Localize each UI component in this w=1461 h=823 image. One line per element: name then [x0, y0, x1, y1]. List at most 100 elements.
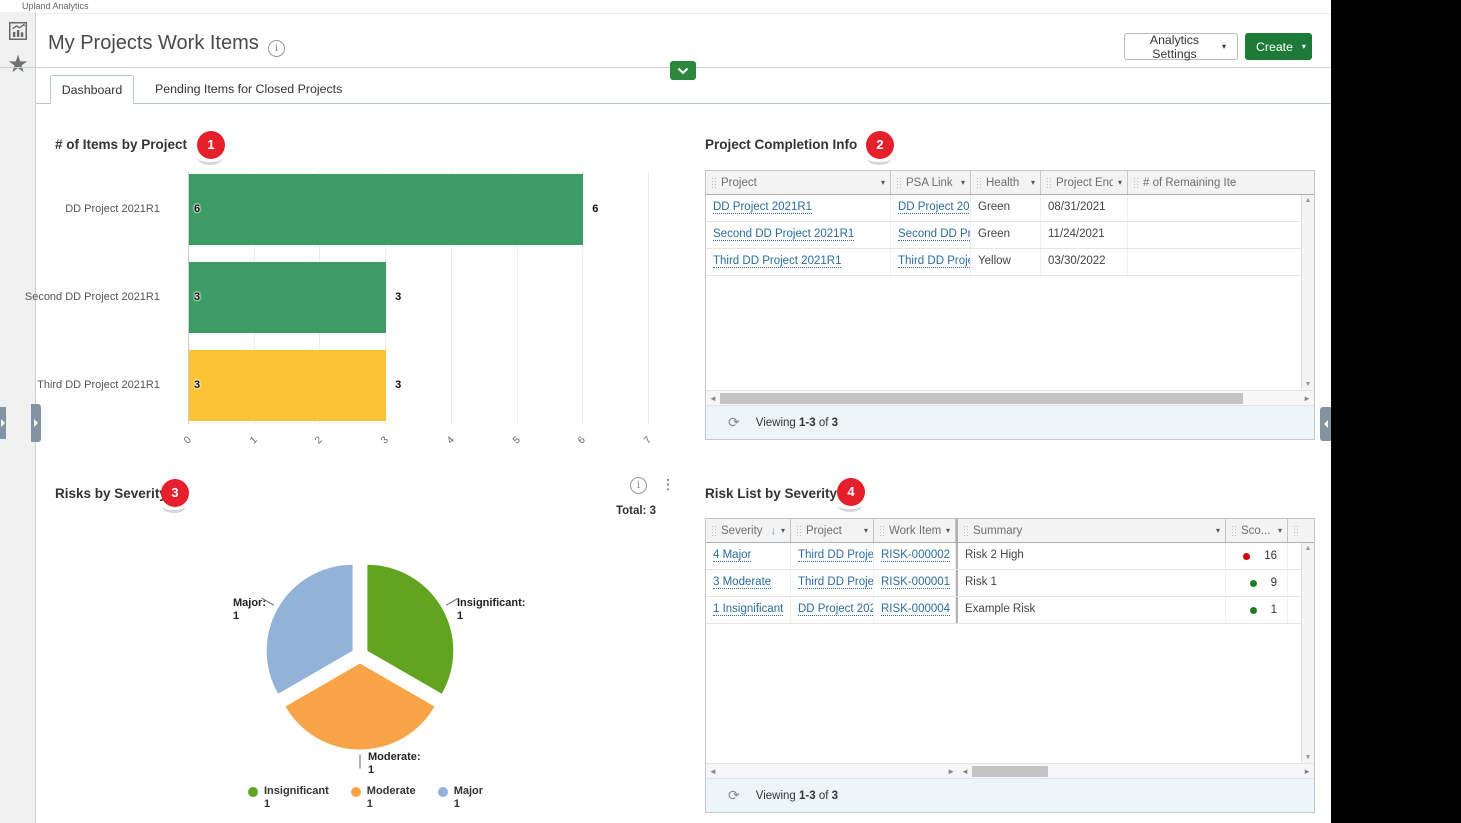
table-row[interactable]: Third DD Project 2021R1 Third DD Project … [706, 249, 1314, 276]
sort-desc-icon: ↓ [770, 525, 776, 537]
cell-project-end: 03/30/2022 [1041, 249, 1128, 275]
link-third-dd-project-2021r1[interactable]: Third DD Project 2021R1 [713, 255, 841, 268]
column-header-blank[interactable] [1288, 519, 1314, 542]
link-dd-project-2021r1[interactable]: DD Project 2021R1 [713, 201, 812, 214]
column-header-psa-link[interactable]: PSA Link▾ [891, 171, 971, 194]
link-third-dd-project[interactable]: Third DD Project ... [798, 549, 874, 562]
drag-handle-icon[interactable] [1133, 177, 1138, 189]
column-header-project[interactable]: Project▾ [791, 519, 874, 542]
horizontal-scrollbar[interactable]: ◄ ► [706, 390, 1314, 406]
pie-slice-major[interactable] [267, 565, 353, 694]
column-header-sco[interactable]: Sco...▾ [1226, 519, 1288, 542]
vertical-scrollbar[interactable]: ▲ ▼ [1301, 543, 1314, 763]
link-third-dd-project[interactable]: Third DD Project ... [898, 255, 971, 268]
drag-handle-icon[interactable] [796, 525, 801, 537]
scroll-right-icon[interactable]: ► [947, 767, 955, 776]
viewing-word: Viewing [756, 790, 796, 802]
caret-down-icon[interactable]: ▾ [961, 179, 965, 187]
column-header-project-end[interactable]: Project End▾ [1041, 171, 1128, 194]
drag-handle-icon[interactable] [879, 525, 884, 537]
caret-down-icon[interactable]: ▾ [1278, 527, 1282, 535]
drag-handle-icon[interactable] [976, 177, 981, 189]
caret-down-icon[interactable]: ▾ [1118, 179, 1122, 187]
drag-handle-icon[interactable] [711, 525, 716, 537]
column-header-summary[interactable]: Summary▾ [956, 519, 1226, 542]
column-header-of-remaining-ite[interactable]: # of Remaining Ite [1128, 171, 1314, 194]
legend-value: 1 [367, 798, 416, 811]
scroll-left-icon[interactable]: ◄ [709, 394, 717, 403]
panel-info-icon[interactable]: i [630, 477, 647, 494]
table-row[interactable]: 3 Moderate Third DD Project ... RISK-00000… [706, 570, 1314, 597]
column-header-severity[interactable]: Severity↓▾ [706, 519, 791, 542]
viewing-range: 1-3 [799, 790, 816, 802]
table-footer: ⟳ Viewing 1-3 of 3 [706, 778, 1314, 812]
scrollbar-thumb[interactable] [972, 766, 1048, 777]
drag-handle-icon[interactable] [1293, 525, 1298, 537]
link-risk-000001[interactable]: RISK-000001 [881, 576, 950, 589]
link-risk-000004[interactable]: RISK-000004 [881, 603, 950, 616]
column-header-health[interactable]: Health▾ [971, 171, 1041, 194]
scroll-up-icon[interactable]: ▲ [1302, 545, 1314, 552]
legend-item-moderate[interactable]: Moderate1 [351, 785, 416, 811]
caret-down-icon[interactable]: ▾ [1031, 179, 1035, 187]
scroll-down-icon[interactable]: ▼ [1302, 381, 1314, 388]
link-dd-project-2021r1[interactable]: DD Project 2021R1 [798, 603, 874, 616]
column-header-project[interactable]: Project▾ [706, 171, 891, 194]
scroll-left-icon[interactable]: ◄ [961, 767, 969, 776]
link-second-dd-proje[interactable]: Second DD Proje... [898, 228, 971, 241]
scrollbar-thumb[interactable] [720, 393, 1243, 404]
cell-sco: 1 [1226, 597, 1288, 623]
legend-item-major[interactable]: Major1 [438, 785, 483, 811]
panel-title-risks-by-severity: Risks by Severity [55, 486, 167, 501]
scroll-up-icon[interactable]: ▲ [1302, 197, 1314, 204]
vertical-scrollbar[interactable]: ▲ ▼ [1301, 195, 1314, 390]
y-axis-category-label: Second DD Project 2021R1 [10, 291, 160, 303]
caret-down-icon[interactable]: ▾ [1216, 527, 1220, 535]
x-axis-tick-label: 5 [504, 428, 529, 453]
link-1-insignificant[interactable]: 1 Insignificant [713, 603, 783, 616]
bar-second-dd-project-2021r1[interactable] [189, 262, 386, 333]
link-risk-000002[interactable]: RISK-000002 [881, 549, 950, 562]
legend-dot [438, 787, 448, 797]
column-header-work-item[interactable]: Work Item▾ [874, 519, 956, 542]
tab-dashboard[interactable]: Dashboard [50, 75, 134, 104]
collapse-header-button[interactable] [670, 61, 696, 80]
scroll-left-icon[interactable]: ◄ [709, 767, 717, 776]
viewing-of: of [819, 417, 829, 429]
caret-down-icon[interactable]: ▾ [881, 179, 885, 187]
scroll-down-icon[interactable]: ▼ [1302, 754, 1314, 761]
link-4-major[interactable]: 4 Major [713, 549, 751, 562]
horizontal-scrollbar[interactable]: ◄ ► [958, 763, 1314, 779]
bar-dd-project-2021r1[interactable] [189, 174, 583, 245]
x-axis-tick-label: 7 [636, 428, 661, 453]
drag-handle-icon[interactable] [1231, 525, 1236, 537]
refresh-icon[interactable]: ⟳ [728, 787, 740, 804]
bar-third-dd-project-2021r1[interactable] [189, 350, 386, 421]
gridline [648, 172, 649, 424]
pie-leader-line [446, 598, 458, 605]
drag-handle-icon[interactable] [963, 525, 968, 537]
link-dd-project-2021r1[interactable]: DD Project 2021R1 [898, 201, 971, 214]
legend-item-insignificant[interactable]: Insignificant1 [248, 785, 329, 811]
scroll-right-icon[interactable]: ► [1303, 394, 1311, 403]
refresh-icon[interactable]: ⟳ [728, 414, 740, 431]
table-row[interactable]: 4 MajorThird DD Project ...RISK-000002Ri… [706, 543, 1314, 570]
caret-down-icon[interactable]: ▾ [864, 527, 868, 535]
link-second-dd-project-2021r1[interactable]: Second DD Project 2021R1 [713, 228, 854, 241]
y-axis-category-label: DD Project 2021R1 [10, 203, 160, 215]
link-3-moderate[interactable]: 3 Moderate [713, 576, 771, 589]
frozen-columns-scrollbar[interactable]: ◄ ► [706, 763, 958, 779]
drag-handle-icon[interactable] [896, 177, 901, 189]
scroll-right-icon[interactable]: ► [1303, 767, 1311, 776]
kebab-menu-icon[interactable]: ⋮ [661, 476, 675, 493]
table-row[interactable]: 1 Insignificant DD Project 2021R1 RISK-000… [706, 597, 1314, 624]
link-third-dd-project[interactable]: Third DD Project ... [798, 576, 874, 589]
drag-handle-icon[interactable] [711, 177, 716, 189]
x-axis-tick-label: 1 [241, 428, 266, 453]
caret-down-icon[interactable]: ▾ [781, 527, 785, 535]
pie-slice-insignificant[interactable] [367, 565, 453, 694]
table-row[interactable]: DD Project 2021R1DD Project 2021R1Green0… [706, 195, 1314, 222]
drag-handle-icon[interactable] [1046, 177, 1051, 189]
caret-down-icon[interactable]: ▾ [946, 527, 950, 535]
table-row[interactable]: Second DD Project 2021R1 Second DD Proje.… [706, 222, 1314, 249]
